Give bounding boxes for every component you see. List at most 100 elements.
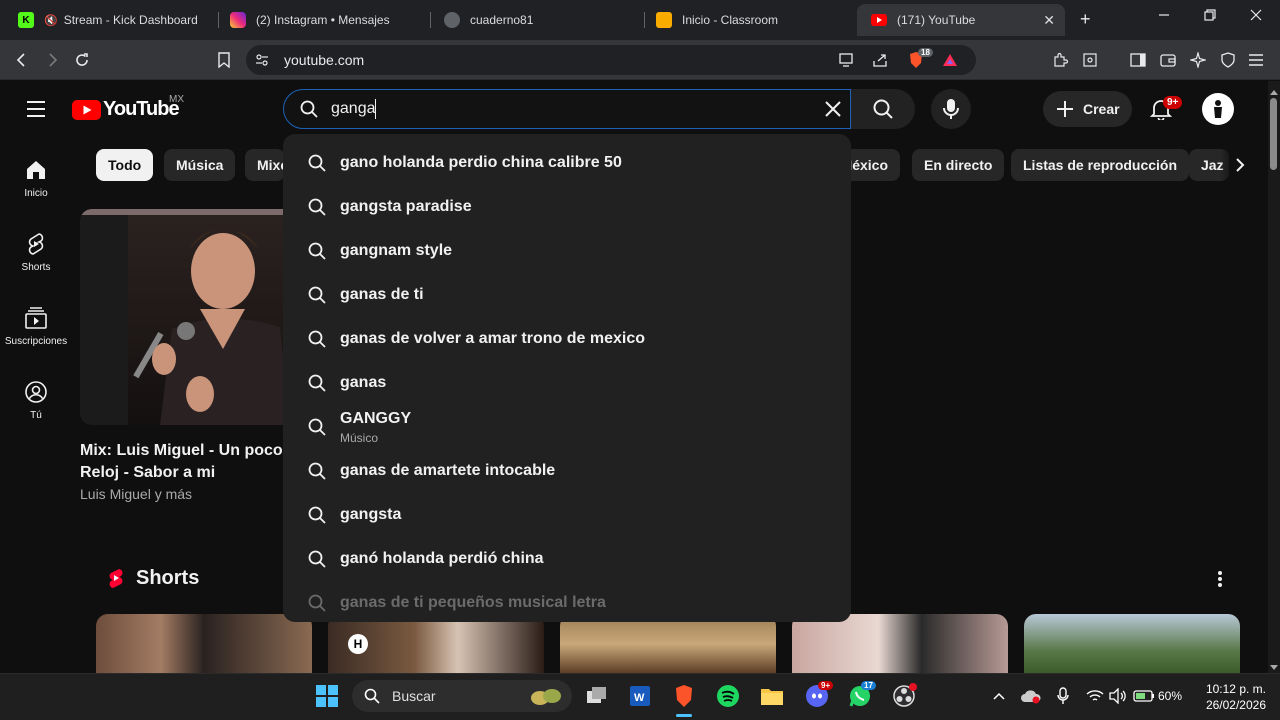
video-channel[interactable]: Luis Miguel y más (80, 486, 192, 502)
short-thumbnail[interactable] (560, 614, 776, 674)
microphone-icon (943, 99, 959, 119)
suggestion-item[interactable]: GANGGY Músico (283, 405, 851, 449)
video-title-line: Mix: Luis Miguel - Un poco m (80, 442, 285, 459)
brave-badge: 18 (918, 48, 933, 57)
scroll-down-icon[interactable] (1268, 660, 1280, 670)
short-thumbnail[interactable] (792, 614, 1008, 674)
scrollbar-thumb[interactable] (1270, 98, 1277, 170)
youtube-favicon-icon (871, 14, 887, 26)
tab-kick[interactable]: K 🔇 Stream - Kick Dashboard (4, 4, 220, 36)
search-icon (364, 688, 380, 704)
suggestion-item[interactable]: gangnam style (283, 229, 851, 273)
chip-playlists[interactable]: Listas de reproducción (1011, 149, 1190, 181)
share-icon[interactable] (870, 50, 890, 70)
voice-search-button[interactable] (931, 89, 971, 129)
sidebar-toggle-icon[interactable] (1128, 50, 1148, 70)
chip-all[interactable]: Todo (96, 149, 154, 181)
suggestion-item[interactable]: ganas (283, 361, 851, 405)
tray-overflow-icon[interactable] (986, 683, 1012, 709)
chips-next-button[interactable] (1220, 149, 1260, 181)
guide-menu-icon[interactable] (26, 100, 46, 123)
short-thumbnail[interactable] (96, 614, 312, 674)
tab-youtube[interactable]: (171) YouTube ✕ (857, 4, 1065, 36)
chip-live[interactable]: En directo (912, 149, 1005, 181)
reader-mode-icon[interactable] (1080, 50, 1100, 70)
tab-title: Stream - Kick Dashboard (63, 13, 198, 27)
word-app-icon[interactable]: W (627, 683, 653, 709)
avatar[interactable] (1202, 93, 1234, 125)
windows-start-icon[interactable] (314, 683, 340, 709)
more-options-icon[interactable] (1216, 570, 1224, 593)
search-icon (308, 242, 326, 260)
menu-icon[interactable] (1246, 50, 1266, 70)
suggestion-text: ganó holanda perdió china (340, 550, 544, 567)
spotify-app-icon[interactable] (715, 683, 741, 709)
battery-icon[interactable] (1131, 683, 1157, 709)
sidebar-item-label: Inicio (24, 188, 48, 199)
volume-icon[interactable] (1105, 683, 1131, 709)
suggestion-item[interactable]: gano holanda perdio china calibre 50 (283, 141, 851, 185)
forward-icon[interactable] (42, 50, 62, 70)
suggestion-item[interactable]: ganas de ti pequeños musical letra (283, 581, 851, 622)
clock-date: 26/02/2026 (1205, 698, 1266, 712)
sidebar-item-home[interactable]: Inicio (0, 158, 72, 199)
search-query[interactable]: ganga (331, 100, 376, 118)
suggestion-item[interactable]: ganó holanda perdió china (283, 537, 851, 581)
new-tab-button[interactable]: + (1080, 9, 1091, 30)
chip-music[interactable]: Música (164, 149, 236, 181)
sidebar-item-you[interactable]: Tú (0, 380, 72, 421)
avatar-figure-icon (1214, 100, 1222, 118)
tab-instagram[interactable]: (2) Instagram • Mensajes (216, 4, 430, 36)
tab-cuaderno[interactable]: cuaderno81 (430, 4, 644, 36)
kick-icon: K (18, 12, 34, 28)
subscriptions-icon (25, 307, 47, 329)
sidebar-item-subscriptions[interactable]: Suscripciones (0, 306, 72, 347)
brave-app-icon[interactable] (671, 683, 697, 709)
short-thumbnail[interactable] (1024, 614, 1240, 674)
cast-icon[interactable] (836, 50, 856, 70)
suggestion-item[interactable]: ganas de volver a amar trono de mexico (283, 317, 851, 361)
file-explorer-icon[interactable] (759, 683, 785, 709)
video-thumbnail[interactable] (80, 209, 290, 425)
suggestion-item[interactable]: ganas de ti (283, 273, 851, 317)
restore-icon[interactable] (1204, 8, 1216, 24)
wallet-icon[interactable] (1158, 50, 1178, 70)
back-icon[interactable] (12, 50, 32, 70)
close-window-icon[interactable] (1250, 8, 1262, 24)
scroll-up-icon[interactable] (1268, 84, 1280, 95)
suggestion-item[interactable]: gangsta (283, 493, 851, 537)
microphone-tray-icon[interactable] (1050, 683, 1076, 709)
youtube-logo[interactable]: YouTube (72, 98, 180, 121)
brave-rewards-icon[interactable] (940, 50, 960, 70)
taskbar-search[interactable]: Buscar (352, 680, 572, 712)
clear-search-icon[interactable] (824, 100, 842, 123)
search-suggestions-dropdown: gano holanda perdio china calibre 50 gan… (283, 134, 851, 622)
minimize-icon[interactable] (1158, 8, 1170, 24)
extensions-icon[interactable] (1050, 50, 1070, 70)
close-tab-icon[interactable]: ✕ (1043, 12, 1055, 29)
short-thumbnail[interactable]: H (328, 614, 544, 674)
reload-icon[interactable] (72, 50, 92, 70)
suggestion-subtitle: Músico (340, 431, 379, 445)
suggestion-item[interactable]: ganas de amartete intocable (283, 449, 851, 493)
suggestion-item[interactable]: gangsta paradise (283, 185, 851, 229)
chip-mixes[interactable]: Mixe (245, 149, 285, 181)
bookmark-icon[interactable] (214, 50, 234, 70)
onedrive-icon[interactable] (1018, 683, 1044, 709)
muted-icon[interactable]: 🔇 (44, 14, 58, 27)
leo-ai-icon[interactable] (1188, 50, 1208, 70)
clock[interactable]: 10:12 p. m. 26/02/2026 (1196, 681, 1266, 713)
task-view-icon[interactable] (584, 683, 610, 709)
suggestion-text: ganas de amartete intocable (340, 462, 556, 479)
create-button[interactable]: Crear (1043, 91, 1132, 127)
instagram-icon (230, 12, 246, 28)
search-button[interactable] (851, 89, 915, 129)
vpn-icon[interactable] (1218, 50, 1238, 70)
url-text[interactable]: youtube.com (284, 52, 364, 68)
tab-title: Inicio - Classroom (682, 13, 779, 27)
tab-classroom[interactable]: Inicio - Classroom (642, 4, 856, 36)
sidebar-item-shorts[interactable]: Shorts (0, 232, 72, 273)
site-settings-icon[interactable] (252, 50, 272, 70)
video-title[interactable]: Mix: Luis Miguel - Un poco m Reloj - Sab… (80, 440, 285, 484)
recording-dot-icon (909, 683, 917, 691)
